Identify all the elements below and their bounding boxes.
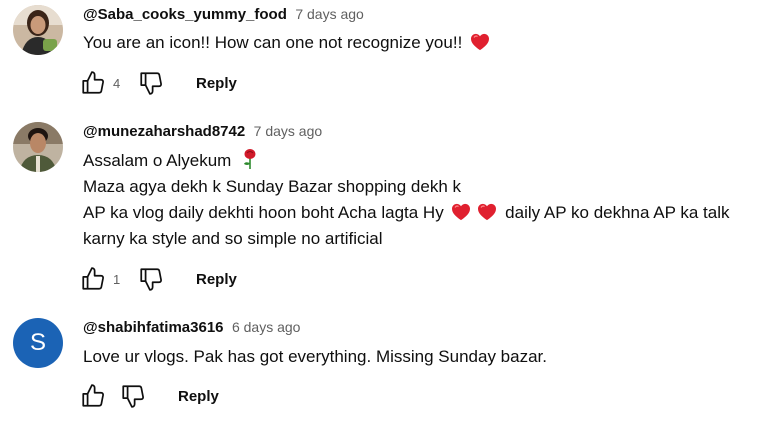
thumbs-up-icon[interactable]	[80, 70, 106, 96]
comment-header: @shabihfatima3616 6 days ago	[83, 319, 300, 339]
heart-emoji	[451, 203, 471, 221]
like-count: 4	[113, 76, 121, 91]
comment-timestamp[interactable]: 7 days ago	[254, 123, 323, 139]
comment-text: You are an icon!! How can one not recogn…	[83, 30, 753, 56]
comment-line: Maza agya dekh k Sunday Bazar shopping d…	[83, 177, 462, 196]
comment-timestamp[interactable]: 6 days ago	[232, 319, 301, 335]
comment-header: @munezaharshad8742 7 days ago	[83, 123, 322, 143]
reply-button[interactable]: Reply	[178, 388, 219, 405]
comment-line: daily AP ko dekhna AP ka talk	[505, 203, 730, 222]
author-name[interactable]: @Saba_cooks_yummy_food	[83, 6, 287, 23]
comment-line: Assalam o Alyekum	[83, 151, 232, 170]
reply-button[interactable]: Reply	[196, 75, 237, 92]
thumbs-down-icon[interactable]	[138, 266, 164, 292]
comment-line: AP ka vlog daily dekhti hoon boht Acha l…	[83, 203, 444, 222]
thumbs-up-icon[interactable]	[80, 383, 106, 409]
comment-line: You are an icon!! How can one not recogn…	[83, 33, 463, 52]
heart-emoji	[477, 203, 497, 221]
thumbs-down-icon[interactable]	[138, 70, 164, 96]
comment-header: @Saba_cooks_yummy_food 7 days ago	[83, 6, 364, 26]
avatar-letter: S	[29, 329, 46, 356]
thumbs-up-icon[interactable]	[80, 266, 106, 292]
reply-button[interactable]: Reply	[196, 271, 237, 288]
author-name[interactable]: @munezaharshad8742	[83, 123, 245, 140]
rose-emoji	[244, 149, 256, 169]
heart-emoji	[470, 33, 490, 51]
comment-line: karny ka style and so simple no artifici…	[83, 229, 383, 248]
comment-timestamp[interactable]: 7 days ago	[295, 6, 364, 22]
comment-text: Assalam o Alyekum Maza agya dekh k Sunda…	[83, 148, 753, 252]
comment-text: Love ur vlogs. Pak has got everything. M…	[83, 344, 753, 370]
thumbs-down-icon[interactable]	[120, 383, 146, 409]
avatar[interactable]	[13, 5, 63, 55]
avatar[interactable]: S	[13, 318, 63, 368]
comment-line: Love ur vlogs. Pak has got everything. M…	[83, 347, 547, 366]
author-name[interactable]: @shabihfatima3616	[83, 319, 224, 336]
avatar[interactable]	[13, 122, 63, 172]
like-count: 1	[113, 272, 121, 287]
